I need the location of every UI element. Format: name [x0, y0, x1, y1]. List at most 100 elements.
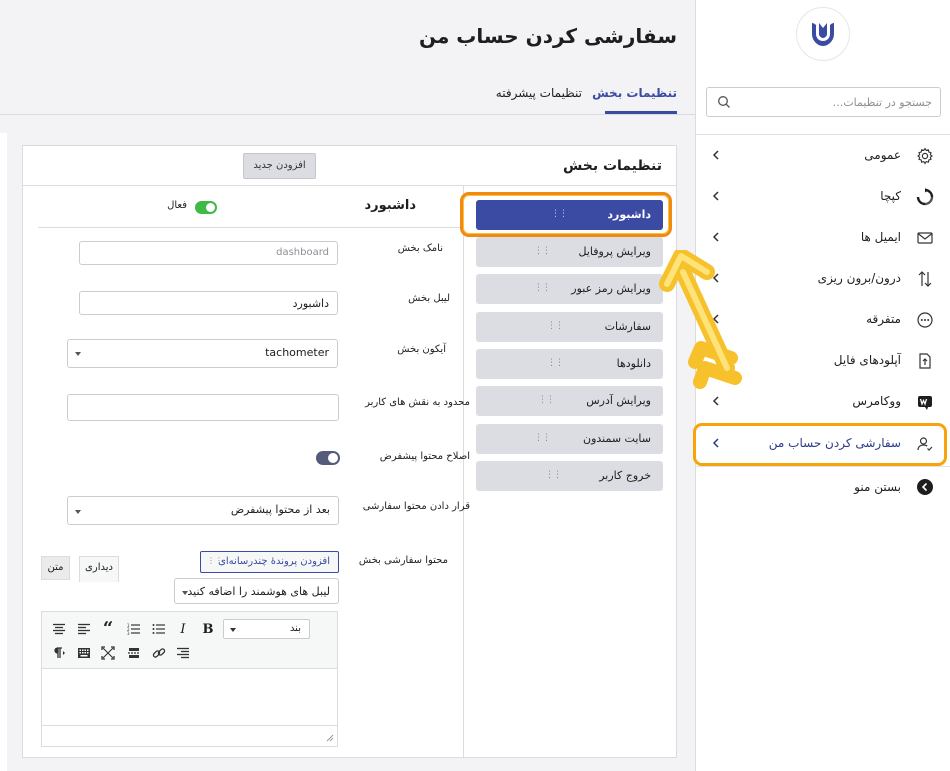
section-list-label: ویرایش رمز عبور	[571, 282, 651, 295]
section-list-item[interactable]: دانلودها ⋮⋮	[476, 349, 663, 379]
active-toggle-label: فعال	[167, 200, 187, 211]
bold-icon: B	[202, 621, 214, 637]
media-icon: ⋮⋮	[207, 556, 223, 565]
keyboard-icon	[78, 648, 90, 658]
section-list-label: سفارشات	[604, 320, 651, 333]
numbered-list-icon: 1 2 3	[127, 623, 140, 635]
fix-default-content-toggle[interactable]	[316, 451, 340, 465]
section-list-item[interactable]: ویرایش رمز عبور ⋮⋮	[476, 274, 663, 304]
logo-mark-icon	[812, 23, 834, 46]
paragraph-rtl-icon	[54, 647, 65, 658]
bullet-list-button[interactable]	[150, 620, 168, 638]
file-upload-icon	[919, 353, 931, 369]
select-caret-icon	[230, 628, 236, 632]
section-icon-label: آیکون بخش	[397, 344, 446, 355]
section-name-placeholder: dashboard	[276, 247, 329, 258]
section-list-item[interactable]: ویرایش آدرس ⋮⋮	[476, 386, 663, 416]
text-direction-button[interactable]	[50, 644, 68, 662]
sidebar-item-general[interactable]: عمومی	[696, 136, 950, 176]
chevron-left-icon	[712, 191, 719, 201]
placement-value: بعد از محتوا پیشفرض	[230, 503, 330, 516]
section-label-value: داشبورد	[292, 297, 329, 310]
section-label-label: لیبل بخش	[408, 293, 450, 304]
bold-button[interactable]: B	[199, 620, 217, 638]
drag-handle-icon[interactable]: ⋮⋮	[538, 395, 555, 405]
left-edge-strip	[0, 133, 7, 771]
form-title: داشبورد	[364, 198, 416, 213]
content-editor-area[interactable]	[41, 669, 338, 747]
select-caret-icon	[75, 352, 81, 356]
insert-link-button[interactable]	[150, 644, 168, 662]
ellipsis-circle-icon	[917, 312, 933, 328]
section-name-label: نامک بخش	[397, 243, 443, 254]
read-more-icon	[128, 648, 140, 658]
drag-handle-icon[interactable]: ⋮⋮	[534, 283, 551, 293]
restrict-roles-input[interactable]	[67, 394, 339, 421]
select-caret-icon	[182, 591, 188, 595]
placement-select[interactable]: بعد از محتوا پیشفرض	[67, 496, 339, 525]
close-menu-label: بستن منو	[854, 480, 901, 494]
panel-divider	[23, 185, 676, 186]
toolbar-toggle-button[interactable]	[75, 644, 93, 662]
section-list-item[interactable]: سفارشات ⋮⋮	[476, 312, 663, 342]
gear-icon	[917, 147, 933, 165]
envelope-icon	[917, 232, 933, 244]
add-new-button[interactable]: افزودن جدید	[243, 153, 316, 179]
numbered-list-button[interactable]: 1 2 3	[125, 620, 143, 638]
align-left-button[interactable]	[75, 620, 93, 638]
section-list-item[interactable]: سایت سمندون ⋮⋮	[476, 424, 663, 454]
sidebar-item-label: متفرقه	[866, 312, 901, 326]
align-center-icon	[53, 623, 65, 635]
drag-handle-icon[interactable]: ⋮⋮	[547, 358, 564, 368]
quote-icon: “	[102, 618, 114, 639]
italic-button[interactable]: I	[174, 620, 192, 638]
tab-advanced-settings[interactable]: تنظیمات پیشرفته	[496, 86, 582, 100]
section-name-input[interactable]: dashboard	[79, 241, 338, 265]
link-icon	[152, 648, 166, 658]
paragraph-format-select[interactable]: بند	[223, 619, 310, 639]
annotation-arrow-icon	[659, 250, 742, 389]
column-divider	[463, 186, 464, 758]
search-icon	[718, 96, 730, 108]
read-more-button[interactable]	[125, 644, 143, 662]
custom-content-label: محتوا سفارشی بخش	[358, 555, 448, 566]
import-export-icon	[918, 271, 932, 287]
woocommerce-icon	[918, 396, 932, 410]
bullet-list-icon	[152, 624, 165, 634]
drag-handle-icon[interactable]: ⋮⋮	[545, 470, 562, 480]
align-left-icon	[78, 623, 90, 635]
align-center-button[interactable]	[50, 620, 68, 638]
smart-labels-select[interactable]: لیبل های هوشمند را اضافه کنید	[174, 578, 339, 604]
editor-tab-visual[interactable]: دیداری	[79, 556, 119, 582]
align-right-icon	[177, 647, 189, 659]
header-divider	[0, 114, 695, 115]
resize-handle-icon[interactable]	[326, 734, 334, 742]
plugin-logo	[796, 7, 850, 61]
fullscreen-icon	[101, 646, 115, 660]
add-media-button[interactable]: افزودن پروندهٔ چندرسانه‌ای ⋮⋮	[200, 551, 339, 573]
close-menu-button[interactable]: بستن منو	[696, 466, 950, 506]
active-toggle[interactable]	[195, 201, 217, 214]
drag-handle-icon[interactable]: ⋮⋮	[534, 433, 551, 443]
section-list-label: ویرایش پروفایل	[578, 245, 651, 258]
settings-search-input[interactable]: جستجو در تنظیمات...	[706, 87, 941, 117]
align-right-button[interactable]	[174, 644, 192, 662]
form-divider	[38, 227, 463, 228]
sidebar-item-label: ایمیل ها	[860, 230, 901, 244]
collapse-menu-icon	[917, 479, 933, 495]
chevron-left-icon	[712, 396, 719, 406]
editor-statusbar	[42, 725, 337, 746]
editor-tab-text[interactable]: متن	[41, 556, 70, 580]
tab-section-settings[interactable]: تنظیمات بخش	[592, 86, 677, 100]
chevron-left-icon	[712, 232, 719, 242]
blockquote-button[interactable]: “	[99, 620, 117, 638]
sidebar-item-captcha[interactable]: کپچا	[696, 177, 950, 217]
section-list-item[interactable]: خروج کاربر ⋮⋮	[476, 461, 663, 491]
section-icon-select[interactable]: tachometer	[67, 339, 338, 368]
drag-handle-icon[interactable]: ⋮⋮	[534, 246, 551, 256]
section-list-item[interactable]: ویرایش پروفایل ⋮⋮	[476, 237, 663, 267]
drag-handle-icon[interactable]: ⋮⋮	[547, 321, 564, 331]
section-label-input[interactable]: داشبورد	[79, 291, 338, 315]
fullscreen-button[interactable]	[99, 644, 117, 662]
section-list-label: خروج کاربر	[599, 469, 651, 482]
